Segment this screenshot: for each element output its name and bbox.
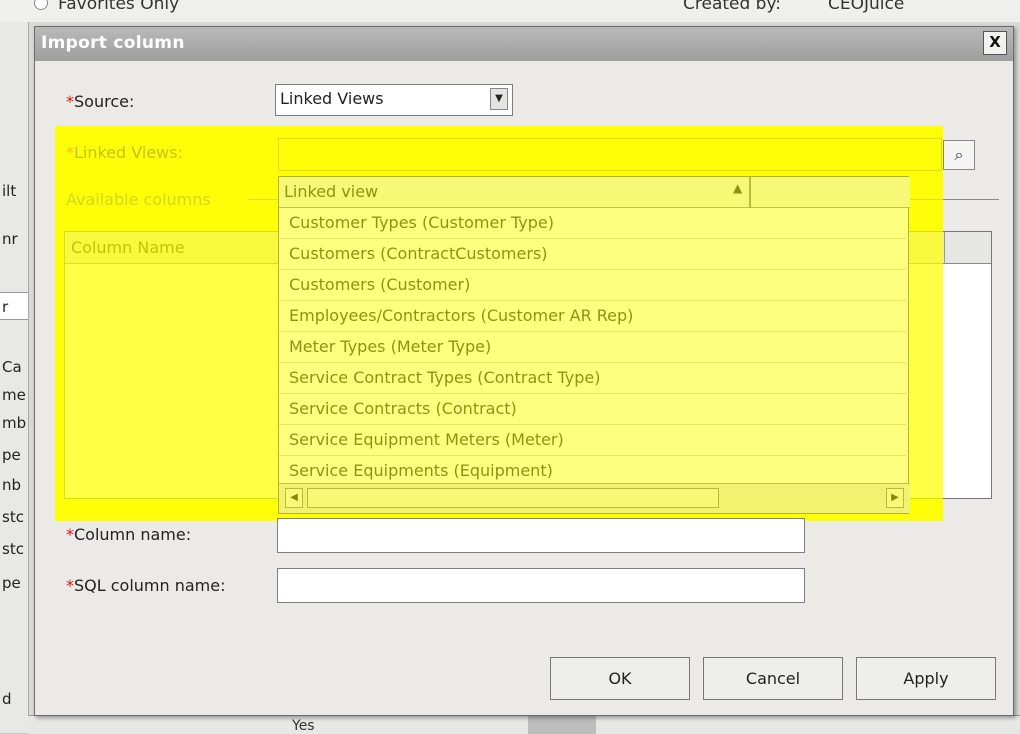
scroll-right-icon[interactable]: ▶ [886,488,904,508]
bg-fragment: nr [2,230,18,248]
bg-fragment: r [2,298,9,316]
sort-ascending-icon[interactable]: ▲ [733,181,742,195]
column-separator [944,232,945,264]
linked-view-header[interactable]: Linked view [284,182,378,201]
required-marker: * [66,92,74,111]
dialog-titlebar[interactable]: Import column X [35,27,1013,61]
sql-column-name-label: *SQL column name: [66,576,226,595]
dropdown-item[interactable]: Service Equipment Meters (Meter) [279,425,910,456]
bg-fragment: ilt [2,182,17,200]
dropdown-item[interactable]: Employees/Contractors (Customer AR Rep) [279,301,910,332]
bg-fragment: pe [2,574,21,592]
dropdown-item[interactable]: Service Contract Types (Contract Type) [279,363,910,394]
column-name-label: *Column name: [66,525,191,544]
dropdown-item[interactable]: Customer Types (Customer Type) [279,208,910,239]
background-bottom-row: Yes [28,715,1020,734]
bg-gray-cell [528,716,596,734]
bg-fragment: me [2,386,26,404]
header-separator [749,177,751,208]
background-top-bar: Favorites Only Created by: CEOJuice [0,0,1020,22]
cancel-button[interactable]: Cancel [703,657,843,700]
search-icon[interactable]: ⌕ [943,140,975,170]
dropdown-item[interactable]: Service Contracts (Contract) [279,394,910,425]
bg-fragment: Ca [2,358,22,376]
favorites-label: Favorites Only [58,0,180,14]
created-by-label: Created by: [683,0,782,14]
scrollbar-thumb[interactable] [307,488,719,508]
dropdown-item[interactable]: Meter Types (Meter Type) [279,332,910,363]
apply-button[interactable]: Apply [856,657,996,700]
bg-fragment: d [2,690,12,708]
bg-fragment: stc [2,508,24,526]
dialog-title: Import column [41,33,185,53]
bg-fragment: mb [2,414,27,432]
dropdown-item[interactable]: Customers (ContractCustomers) [279,239,910,270]
background-left-panel: ilt nr r Ca me mb pe nb stc stc pe d [0,22,29,733]
sql-column-name-label-text: SQL column name: [74,576,226,595]
sql-column-name-input[interactable] [277,568,805,603]
bg-fragment: stc [2,540,24,558]
chevron-down-icon[interactable]: ▼ [490,88,508,110]
column-name-input[interactable] [277,518,805,553]
bg-fragment: nb [2,476,22,494]
source-label-text: Source: [74,92,135,111]
required-marker: * [66,525,74,544]
dropdown-list: Customer Types (Customer Type) Customers… [279,208,910,487]
created-by-value: CEOJuice [828,0,905,14]
close-button[interactable]: X [983,31,1007,55]
horizontal-scrollbar[interactable]: ◀ ▶ [279,483,910,513]
ok-button[interactable]: OK [550,657,690,700]
dropdown-item[interactable]: Customers (Customer) [279,270,910,301]
source-select[interactable]: Linked Views ▼ [275,84,513,116]
column-name-label-text: Column name: [74,525,192,544]
dropdown-header[interactable]: Linked view ▲ [279,177,910,208]
bg-fragment: pe [2,446,21,464]
favorites-radio[interactable] [34,0,48,10]
source-label: *Source: [66,92,134,111]
source-select-value: Linked Views [280,89,384,108]
required-marker: * [66,576,74,595]
bg-yes-cell: Yes [292,718,315,734]
scroll-left-icon[interactable]: ◀ [285,488,303,508]
linked-view-dropdown[interactable]: Linked view ▲ Customer Types (Customer T… [278,176,910,514]
